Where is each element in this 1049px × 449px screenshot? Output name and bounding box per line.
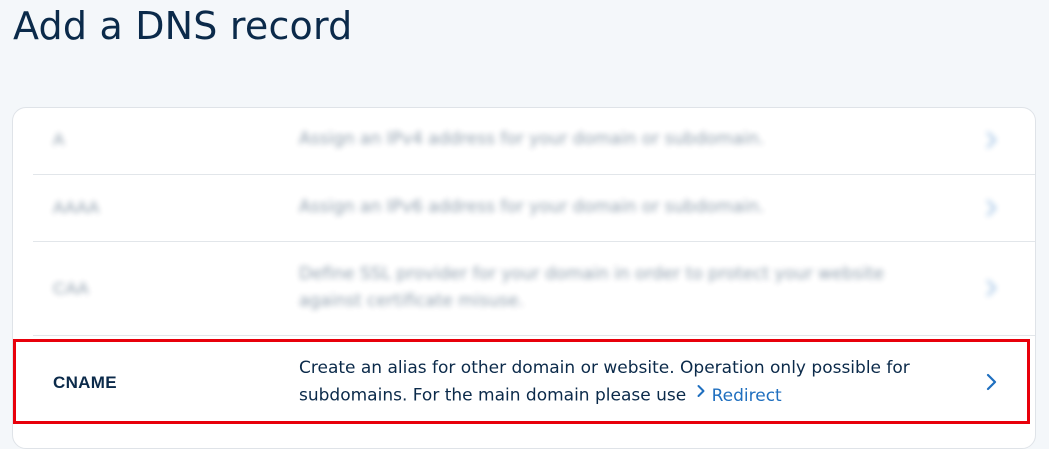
record-row-cname[interactable]: CNAME Create an alias for other domain o… xyxy=(13,337,1035,448)
record-type-label: A xyxy=(53,130,65,149)
record-type-label: CAA xyxy=(53,279,89,298)
chevron-right-icon xyxy=(983,278,999,298)
record-row-caa[interactable]: CAA Define SSL provider for your domain … xyxy=(13,242,1035,336)
record-row-a[interactable]: A Assign an IPv4 address for your domain… xyxy=(13,108,1035,175)
record-row-aaaa[interactable]: AAAA Assign an IPv6 address for your dom… xyxy=(13,175,1035,242)
record-type-label: AAAA xyxy=(53,198,100,217)
chevron-right-icon xyxy=(983,130,999,150)
record-description: Create an alias for other domain or webs… xyxy=(299,355,919,410)
record-description: Define SSL provider for your domain in o… xyxy=(299,264,885,311)
chevron-right-icon xyxy=(983,198,999,218)
redirect-link-label: Redirect xyxy=(711,385,782,406)
chevron-right-icon xyxy=(983,372,999,392)
page-title: Add a DNS record xyxy=(13,4,353,48)
redirect-link[interactable]: Redirect xyxy=(692,385,782,406)
dns-record-type-list: A Assign an IPv4 address for your domain… xyxy=(12,107,1036,449)
row-divider xyxy=(33,335,1035,336)
chevron-right-icon xyxy=(696,380,706,407)
record-description-text: Create an alias for other domain or webs… xyxy=(299,358,910,406)
record-type-label: CNAME xyxy=(53,373,117,392)
record-description: Assign an IPv4 address for your domain o… xyxy=(299,129,765,149)
record-description: Assign an IPv6 address for your domain o… xyxy=(299,197,765,217)
